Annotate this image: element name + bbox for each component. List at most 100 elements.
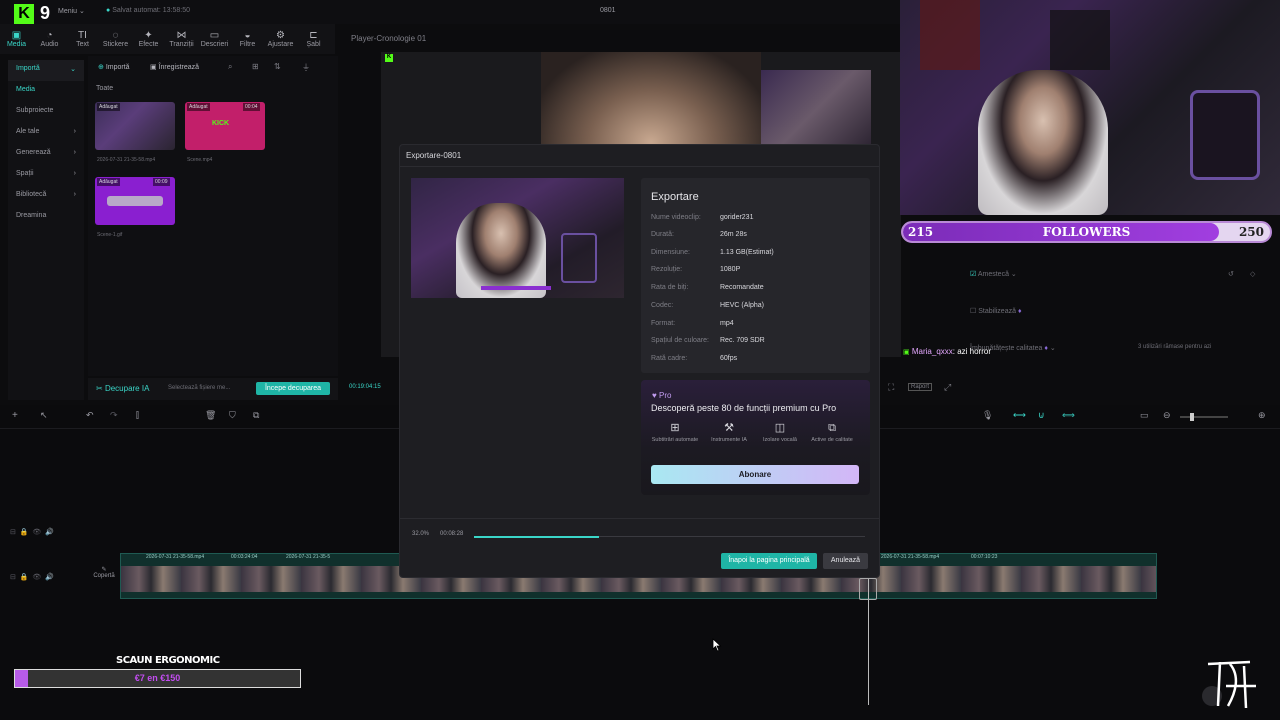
pentagram-sign-image [1190,90,1260,180]
tool-media[interactable]: ▣ Media [0,24,33,54]
donation-goal-bar: €7 en €150 [14,669,301,688]
nav-generate[interactable]: Generează › [8,144,84,165]
media-panel: ⊕ Importă ▣ Înregistrează ⌕ ⊞ ⇅ ⏚ Toate … [88,56,338,376]
info-key: Nume videoclip: [651,214,701,221]
undo-icon[interactable]: ↶ [86,410,94,421]
pro-badge: ♥ Pro [652,391,672,400]
chevron-right-icon: › [73,191,76,198]
shield-icon[interactable]: ⛉ [229,410,236,421]
save-status: ● Salvat automat: 13:58:50 [106,7,191,14]
chevron-right-icon: › [73,170,76,177]
nav-subprojects[interactable]: Subproiecte [8,102,84,123]
cover-button[interactable]: ✎ Copertă [88,566,120,590]
cancel-button[interactable]: Anulează [823,553,868,569]
chevron-right-icon: › [73,149,76,156]
info-key: Spațiul de culoare: [651,337,709,344]
crop-icon[interactable]: ⧉ [253,410,259,421]
effects-icon: ✦ [144,30,153,41]
wall-poster-image [920,0,980,70]
stabilize-option[interactable]: ☐ Stabilizează ♦ [970,307,1022,315]
zoom-in-icon[interactable]: ⊕ [1258,410,1266,421]
filter-icon[interactable]: ⏚ [302,62,310,73]
redo-icon[interactable]: ↷ [110,410,118,421]
info-value: gorider231 [720,214,754,221]
chat-user: Maria_qxxx [911,347,953,356]
info-value: HEVC (Alpha) [720,302,764,309]
clip-label-5: 00:07:10:23 [971,554,998,560]
microphone-icon[interactable]: 🎙 [982,410,993,421]
tool-adjust[interactable]: ⚙ Ajustare [264,24,297,54]
followers-label: FOLLOWERS [1042,225,1131,239]
clip-label-4: 2026-07-31 21-35-58.mp4 [881,554,940,560]
donation-goal-title: SCAUN ERGONOMIC [116,655,220,666]
back-home-button[interactable]: Înapoi la pagina principală [721,553,817,569]
divider [400,518,879,519]
cloud-check-icon: ● [106,7,111,14]
nav-yours[interactable]: Ale tale › [8,123,84,144]
adjust-icon: ⚙ [276,30,285,41]
nav-import[interactable]: Importă ⌄ [8,60,84,81]
export-info-title: Exportare [651,191,699,203]
info-value: 26m 28s [720,231,747,238]
webcam-overlay [900,0,1280,215]
keyframe-icon[interactable]: ◇ [1250,270,1255,278]
player-title: Player-Cronologie 01 [351,34,427,43]
followers-goal-bar: 215 FOLLOWERS 250 [901,221,1272,243]
delete-icon[interactable]: 🗑 [205,410,216,421]
progress-fill [474,535,600,538]
info-value: 1080P [720,266,741,273]
track-controls-2[interactable]: ⊟ 🔒 👁 🔊 [10,573,54,581]
subscribe-button[interactable]: Abonare [651,465,859,484]
tool-text[interactable]: TI Text [66,24,99,54]
menu-button[interactable]: Meniu ⌄ [58,7,85,15]
sticker-icon: ◌ [112,30,119,41]
sort-icon[interactable]: ⇅ [274,62,281,71]
info-key: Format: [651,320,676,327]
zoom-out-icon[interactable]: ⊖ [1163,410,1171,421]
grid-view-icon[interactable]: ⊞ [252,62,259,71]
snap-icon[interactable]: ⟺ [1062,410,1075,421]
split-icon[interactable]: ⫿ [136,410,139,421]
info-value: Recomandate [720,284,764,291]
info-value: mp4 [720,320,734,327]
preview-icon[interactable]: ▭ [1140,410,1149,421]
magnet-icon[interactable]: ⊍ [1038,410,1045,421]
tool-captions[interactable]: ▭ Descrieri [198,24,231,54]
search-icon[interactable]: ⌕ [228,62,232,72]
select-tool-icon[interactable]: ↖ [40,410,48,421]
player-cam-image [761,70,871,150]
media-duration-2: 00:04 [243,103,260,111]
player-time: 00:19:04:15 [349,384,381,390]
zoom-slider[interactable] [1180,413,1228,421]
record-button[interactable]: ▣ Înregistrează [150,63,199,71]
export-dialog: Exportare-0801 Exportare Nume videoclip:… [399,144,880,578]
import-button[interactable]: ⊕ Importă [98,63,130,71]
tool-transitions[interactable]: ⋈ Tranziții [165,24,198,54]
diamond-icon: ♦ [1044,345,1048,352]
pro-feature: ⚒ Instrumente IA [704,422,754,444]
nav-spaces[interactable]: Spații › [8,165,84,186]
fullscreen-icon[interactable]: ⤢ [944,382,951,393]
tool-audio[interactable]: ◔ Audio [33,24,66,54]
ratio-button[interactable]: Raport [908,383,933,391]
nav-library[interactable]: Bibliotecă › [8,186,84,207]
media-thumb-3-shape [107,196,163,206]
nav-media[interactable]: Media [8,81,84,102]
tool-filters[interactable]: ◒ Filtre [231,24,264,54]
zoom-slider-thumb[interactable] [1190,413,1194,421]
clip-label-3: 2026-07-31 21-35-5 [286,554,331,560]
link-icon[interactable]: ⟷ [1013,410,1026,421]
fit-icon[interactable]: ⛶ [888,382,894,393]
tool-effects[interactable]: ✦ Efecte [132,24,165,54]
chevron-down-icon: ⌄ [70,66,76,73]
reset-icon[interactable]: ↺ [1228,270,1234,278]
tool-stickers[interactable]: ◌ Stickere [99,24,132,54]
nav-dreamina[interactable]: Dreamina [8,207,84,228]
mix-option[interactable]: ☑ Amestecă ⌄ [970,270,1017,278]
left-nav: Importă ⌄ Media Subproiecte Ale tale › Gen… [8,60,84,400]
tool-templates[interactable]: ⊏ Șabl [297,24,330,54]
track-controls-1[interactable]: ⊟ 🔒 👁 🔊 [10,528,54,536]
add-icon[interactable]: + [12,410,18,421]
playhead-handle[interactable] [859,578,877,600]
start-cut-button[interactable]: Începe decuparea [256,382,330,395]
